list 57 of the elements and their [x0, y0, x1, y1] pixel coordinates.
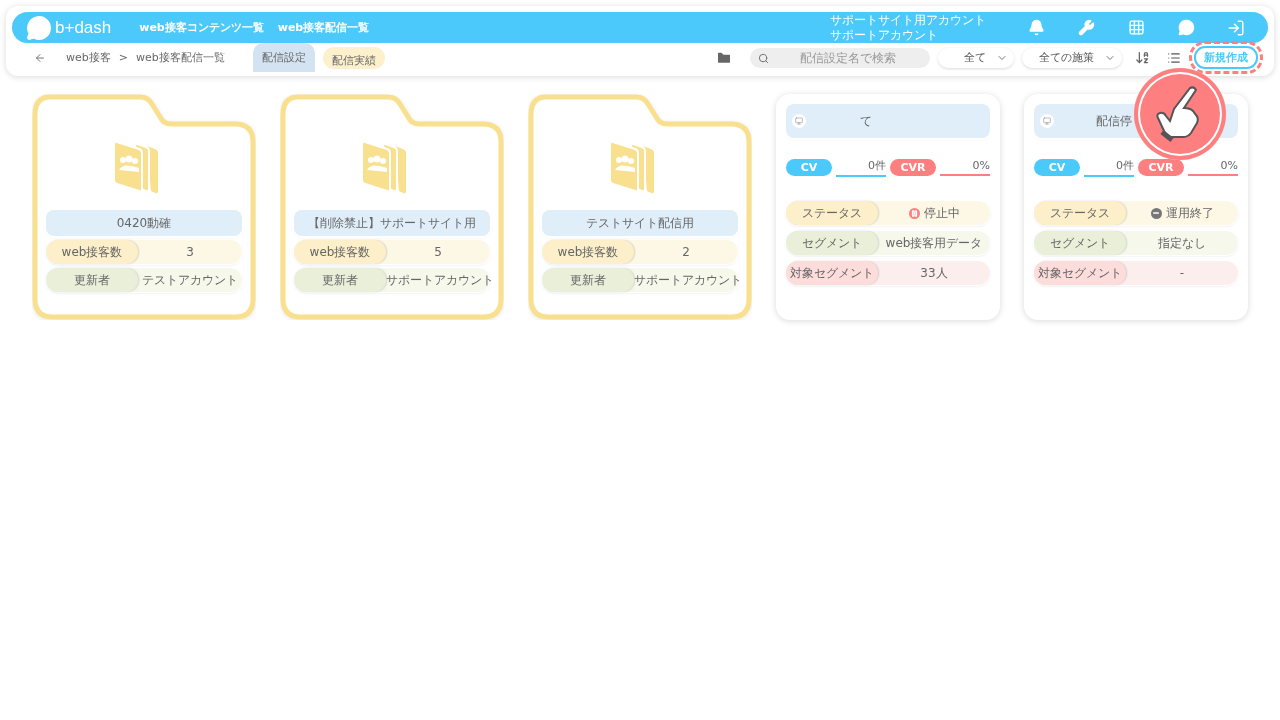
cv-value: 0件 — [1084, 158, 1134, 177]
row-value-text: 5 — [434, 245, 442, 259]
cv-value: 0件 — [836, 158, 886, 177]
row-value-text: 2 — [682, 245, 690, 259]
campaign-name: て — [860, 112, 872, 130]
breadcrumb-item: > — [118, 51, 128, 64]
cvr-label: CVR — [1138, 159, 1184, 176]
row-label: 対象セグメント — [1034, 261, 1126, 285]
search-icon — [758, 52, 769, 64]
tab[interactable]: 配信実績 — [322, 46, 385, 69]
wrench-icon[interactable] — [1076, 17, 1096, 38]
grid-icon[interactable] — [1126, 17, 1146, 38]
folder-name: 0420動確 — [46, 210, 242, 236]
filter-select[interactable]: 全ての施策 — [1022, 47, 1122, 68]
row-label: web接客数 — [542, 240, 634, 264]
cvr-label: CVR — [890, 159, 936, 176]
row-label: web接客数 — [46, 240, 138, 264]
filter-select[interactable]: 全て — [938, 47, 1014, 68]
campaign-card[interactable]: 配信停 CV 0件 CVR 0% ステータス 運用終了 セグメント 指定なし 対象セグメント - — [1024, 94, 1248, 320]
row-value-text: テストアカウント — [142, 271, 238, 289]
row-label: 更新者 — [46, 268, 138, 292]
cv-label: CV — [786, 159, 832, 176]
row-label: 更新者 — [294, 268, 386, 292]
campaign-name: 配信停 — [1096, 112, 1132, 130]
row-value-text: 33人 — [920, 264, 948, 282]
account-name: サポートサイト用アカウント — [830, 12, 986, 28]
chat-icon[interactable] — [1176, 17, 1196, 38]
row-value-text: 3 — [186, 245, 194, 259]
monitor-icon — [792, 114, 806, 128]
folder-name: 【削除禁止】サポートサイト用 — [294, 210, 490, 236]
row-label: 更新者 — [542, 268, 634, 292]
monitor-icon — [1040, 114, 1054, 128]
row-label: web接客数 — [294, 240, 386, 264]
cv-label: CV — [1034, 159, 1080, 176]
breadcrumb-item: web接客配信一覧 — [135, 50, 225, 65]
row-value-text: - — [1179, 266, 1185, 280]
row-label: ステータス — [1034, 201, 1126, 225]
row-label: セグメント — [786, 231, 878, 255]
row-value-text: サポートアカウント — [386, 271, 494, 289]
row-value-text: 停止中 — [923, 204, 960, 222]
row-label: ステータス — [786, 201, 878, 225]
row-label: セグメント — [1034, 231, 1126, 255]
row-value-text: 運用終了 — [1165, 204, 1214, 222]
row-value-text: web接客用データ — [885, 234, 983, 252]
cvr-value: 0% — [1188, 159, 1238, 176]
row-label: 対象セグメント — [786, 261, 878, 285]
cvr-value: 0% — [940, 159, 990, 176]
campaign-card[interactable]: て CV 0件 CVR 0% ステータス 停止中 セグメント web接客用データ 対象セグメント 33人 — [776, 94, 1000, 320]
row-value-text: サポートアカウント — [634, 271, 742, 289]
logo-icon — [26, 14, 52, 41]
breadcrumb-item[interactable]: web接客 — [66, 50, 111, 65]
search-field[interactable]: 配信設定名で検索 — [750, 47, 930, 68]
account-name: サポートアカウント — [830, 27, 939, 43]
tab[interactable]: 配信設定 — [252, 43, 315, 72]
bell-icon[interactable] — [1026, 17, 1046, 38]
folder-name: テストサイト配信用 — [542, 210, 738, 236]
row-value-text: 指定なし — [1158, 234, 1206, 252]
